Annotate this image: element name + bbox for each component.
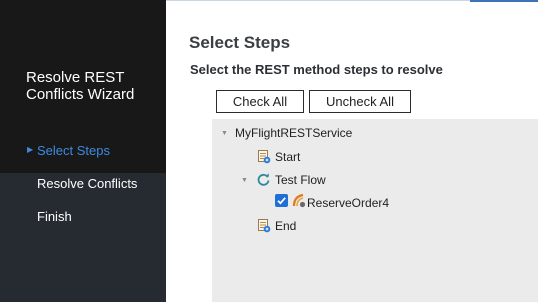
rest-method-icon xyxy=(291,193,306,213)
tree-node-root[interactable]: MyFlightRESTService xyxy=(235,125,352,141)
page-subtitle: Select the REST method steps to resolve xyxy=(190,62,443,77)
nav-step-label: Select Steps xyxy=(37,143,110,158)
nav-step-label: Finish xyxy=(37,209,72,224)
wizard-title: Resolve REST Conflicts Wizard xyxy=(26,69,135,103)
checkmark-icon xyxy=(277,197,286,205)
tree-node-end[interactable]: End xyxy=(275,218,296,234)
nav-step-finish[interactable]: Finish xyxy=(0,205,166,229)
page-title: Select Steps xyxy=(189,33,291,52)
collapse-chevron-icon[interactable]: ▼ xyxy=(221,126,228,142)
refresh-flow-icon xyxy=(256,172,271,192)
uncheck-all-button[interactable]: Uncheck All xyxy=(309,90,411,113)
tree-node-test-flow[interactable]: Test Flow xyxy=(275,172,326,188)
nav-step-resolve-conflicts[interactable]: Resolve Conflicts xyxy=(0,172,166,196)
nav-step-label: Resolve Conflicts xyxy=(37,176,138,191)
step-icon xyxy=(256,218,271,238)
check-all-button[interactable]: Check All xyxy=(216,90,304,113)
collapse-chevron-icon[interactable]: ▼ xyxy=(241,173,248,189)
tree-node-start[interactable]: Start xyxy=(275,149,300,165)
header-accent-line xyxy=(470,0,538,2)
reserve-order-checkbox[interactable] xyxy=(275,194,288,207)
step-icon xyxy=(256,149,271,169)
current-step-marker-icon: ▶ xyxy=(27,145,34,154)
nav-step-select-steps[interactable]: ▶ Select Steps xyxy=(0,139,166,163)
tree-node-reserve-order[interactable]: ReserveOrder4 xyxy=(307,195,389,211)
wizard-sidebar: Resolve REST Conflicts Wizard ▶ Select S… xyxy=(0,0,166,302)
